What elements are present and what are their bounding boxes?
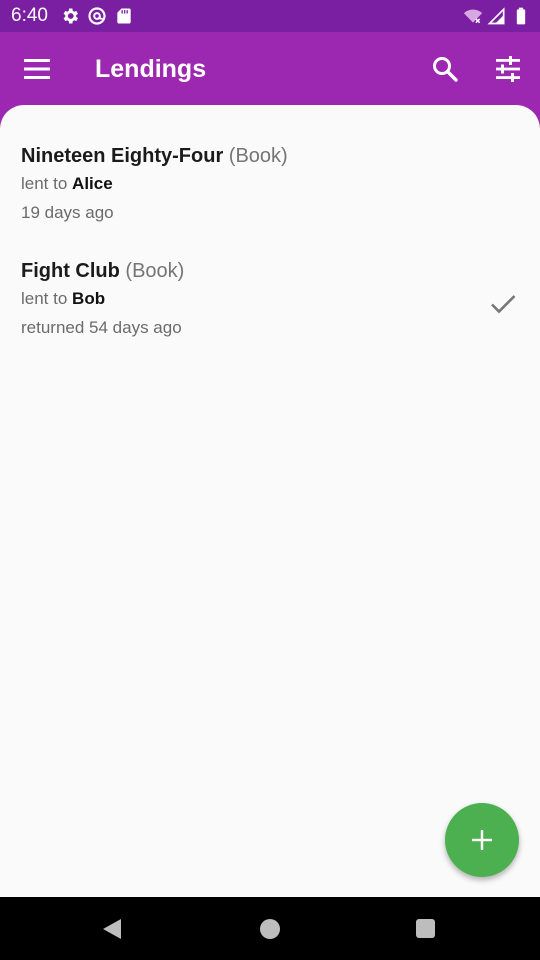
borrower-name: Alice <box>72 174 113 193</box>
at-sign-icon <box>88 7 106 25</box>
lendings-list: Nineteen Eighty-Four (Book) lent to Alic… <box>0 105 540 897</box>
filter-button[interactable] <box>488 49 528 89</box>
recents-square-icon[interactable] <box>416 919 435 938</box>
sd-card-icon <box>117 8 131 24</box>
lending-item[interactable]: Nineteen Eighty-Four (Book) lent to Alic… <box>0 143 540 255</box>
home-circle-icon[interactable] <box>260 919 280 939</box>
status-notification-icons <box>60 6 134 26</box>
wifi-off-icon <box>463 9 483 24</box>
search-button[interactable] <box>425 49 465 89</box>
battery-icon <box>516 7 526 25</box>
borrower-name: Bob <box>72 289 106 308</box>
hamburger-menu-icon <box>24 59 50 79</box>
item-name: Nineteen Eighty-Four <box>21 145 224 167</box>
search-icon <box>433 57 458 82</box>
item-kind: (Book) <box>125 260 185 282</box>
item-name: Fight Club <box>21 260 120 282</box>
signal-icon <box>487 7 505 25</box>
app-bar: Lendings <box>0 32 540 106</box>
lending-item[interactable]: Fight Club (Book) lent to Bob returned 5… <box>0 258 540 370</box>
add-lending-button[interactable] <box>445 803 519 877</box>
item-lent-to: lent to Alice <box>21 173 113 195</box>
status-bar: 6:40 <box>0 0 540 32</box>
status-system-icons <box>463 6 531 26</box>
item-lent-to: lent to Bob <box>21 288 105 310</box>
plus-icon <box>472 830 492 850</box>
item-kind: (Book) <box>228 145 288 167</box>
lent-prefix: lent to <box>21 174 68 193</box>
item-date: returned 54 days ago <box>21 318 182 337</box>
menu-button[interactable] <box>17 49 57 89</box>
item-date: 19 days ago <box>21 203 114 222</box>
tune-sliders-icon <box>496 56 520 82</box>
item-title: Fight Club (Book) <box>21 258 184 284</box>
back-triangle-icon[interactable] <box>101 917 123 941</box>
lent-prefix: lent to <box>21 289 68 308</box>
page-title: Lendings <box>95 55 207 83</box>
item-title: Nineteen Eighty-Four (Book) <box>21 143 288 169</box>
gear-icon <box>63 8 78 24</box>
check-icon <box>491 295 516 314</box>
status-time: 6:40 <box>11 5 48 26</box>
navigation-bar <box>0 897 540 960</box>
